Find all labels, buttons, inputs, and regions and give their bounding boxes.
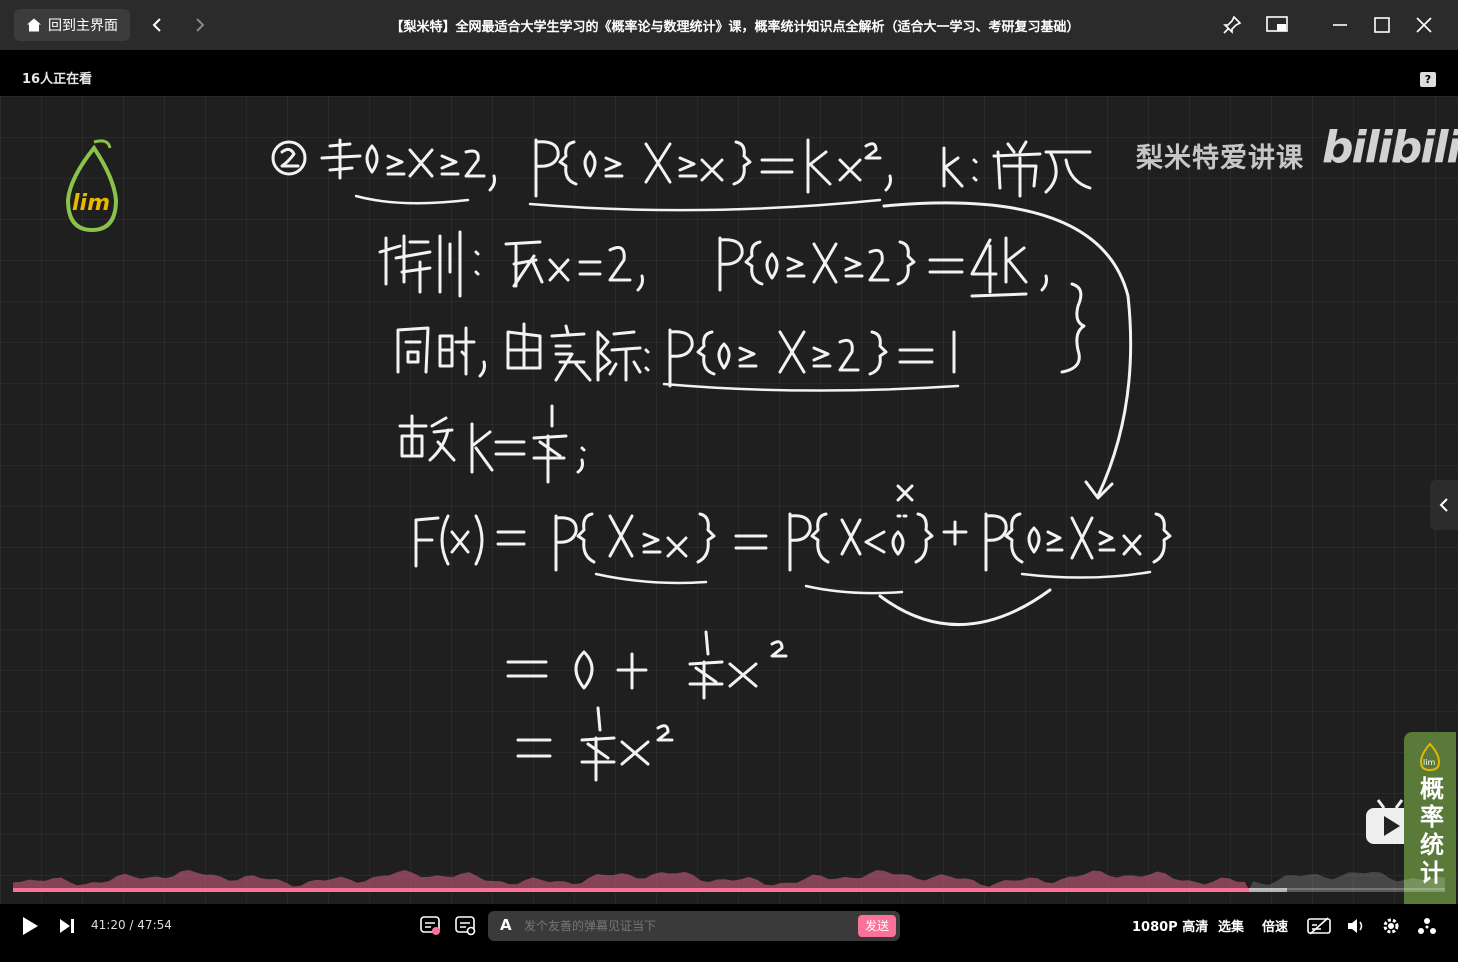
back-arrow-icon[interactable] <box>146 14 168 36</box>
fullscreen-web-icon[interactable] <box>1415 914 1439 938</box>
subtitle-off-icon[interactable] <box>1306 914 1332 938</box>
viewer-count: 16人正在看 <box>22 72 93 87</box>
mini-player-icon[interactable] <box>1265 13 1289 37</box>
chevron-left-icon <box>1439 498 1448 512</box>
side-panel-toggle[interactable] <box>1430 480 1458 530</box>
svg-text:lim: lim <box>1423 758 1435 767</box>
send-button[interactable]: 发送 <box>858 915 896 937</box>
danmaku-toggle-icon[interactable] <box>418 913 442 937</box>
info-bar: 16人正在看 ? <box>0 50 1458 96</box>
bilibili-logo: bilibili <box>1322 122 1458 173</box>
volume-icon[interactable] <box>1344 914 1368 938</box>
handwritten-math-board <box>271 138 1172 782</box>
next-icon[interactable] <box>56 914 78 938</box>
window-title: 【梨米特】全网最适合大学生学习的《概率论与数理统计》课，概率统计知识点全解析（适… <box>390 20 1080 35</box>
current-time: 41:20 <box>91 918 126 932</box>
home-label: 回到主界面 <box>48 18 118 34</box>
minimize-icon[interactable] <box>1328 13 1352 37</box>
episodes-button[interactable]: 选集 <box>1218 916 1244 935</box>
progress-bar[interactable] <box>13 868 1445 894</box>
forward-arrow-icon[interactable] <box>189 14 211 36</box>
time-separator: / <box>129 918 134 932</box>
video-player[interactable]: lim 梨米特爱讲课 bilibili lim 概率统计 <box>0 96 1458 914</box>
back-to-home-button[interactable]: 回到主界面 <box>14 9 130 41</box>
quality-selector[interactable]: 1080P 高清 <box>1132 916 1208 935</box>
speed-button[interactable]: 倍速 <box>1262 916 1288 935</box>
channel-logo-small-icon: lim <box>1419 742 1441 772</box>
maximize-icon[interactable] <box>1370 13 1394 37</box>
danmaku-input-box: A 发送 <box>488 911 900 941</box>
window-titlebar: 回到主界面 【梨米特】全网最适合大学生学习的《概率论与数理统计》课，概率统计知识… <box>0 0 1458 50</box>
danmaku-settings-icon[interactable] <box>453 913 477 937</box>
channel-watermark: 梨米特爱讲课 <box>1136 143 1304 174</box>
time-display: 41:20 / 47:54 <box>91 918 172 932</box>
pin-icon[interactable] <box>1220 13 1244 37</box>
heat-waveform <box>13 870 1445 890</box>
progress-played <box>13 888 1249 892</box>
danmaku-input[interactable] <box>522 918 846 934</box>
close-icon[interactable] <box>1412 13 1436 37</box>
help-icon[interactable]: ? <box>1420 72 1436 87</box>
danmaku-style-icon[interactable]: A <box>500 916 512 934</box>
player-controls: 41:20 / 47:54 A 发送 1080P 高清 选集 倍速 <box>0 904 1458 962</box>
duration: 47:54 <box>137 918 172 932</box>
play-icon[interactable] <box>18 914 42 938</box>
progress-track[interactable] <box>13 888 1445 892</box>
home-icon <box>27 18 41 32</box>
settings-gear-icon[interactable] <box>1379 914 1403 938</box>
channel-logo-icon: lim <box>65 139 119 233</box>
svg-text:lim: lim <box>72 191 110 216</box>
